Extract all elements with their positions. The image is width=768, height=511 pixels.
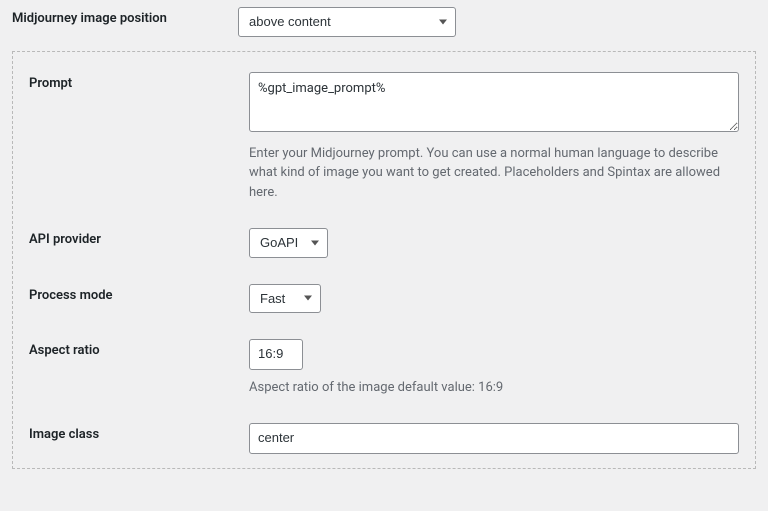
image-position-select[interactable]: above content [238,7,456,37]
image-class-control [249,423,739,454]
image-position-control: above content [238,7,756,37]
api-provider-select[interactable]: GoAPI [249,228,328,258]
prompt-control: %gpt_image_prompt% Enter your Midjourney… [249,72,739,203]
process-mode-select[interactable]: Fast [249,284,321,314]
api-provider-label: API provider [29,228,249,247]
aspect-ratio-label: Aspect ratio [29,339,249,358]
midjourney-settings-panel: Prompt %gpt_image_prompt% Enter your Mid… [12,51,756,470]
prompt-row: Prompt %gpt_image_prompt% Enter your Mid… [29,72,739,203]
aspect-ratio-input[interactable] [249,339,303,370]
image-position-select-wrapper: above content [238,7,456,37]
prompt-description: Enter your Midjourney prompt. You can us… [249,144,739,203]
api-provider-select-wrapper: GoAPI [249,228,328,258]
image-position-row: Midjourney image position above content [12,7,756,37]
api-provider-row: API provider GoAPI [29,228,739,258]
process-mode-row: Process mode Fast [29,284,739,314]
image-class-input[interactable] [249,423,739,454]
prompt-label: Prompt [29,72,249,91]
process-mode-label: Process mode [29,284,249,303]
prompt-textarea[interactable]: %gpt_image_prompt% [249,72,739,132]
image-position-label: Midjourney image position [12,7,238,26]
aspect-ratio-row: Aspect ratio Aspect ratio of the image d… [29,339,739,397]
api-provider-control: GoAPI [249,228,739,258]
image-class-label: Image class [29,423,249,442]
aspect-ratio-description: Aspect ratio of the image default value:… [249,378,739,398]
process-mode-control: Fast [249,284,739,314]
image-class-row: Image class [29,423,739,454]
aspect-ratio-control: Aspect ratio of the image default value:… [249,339,739,397]
process-mode-select-wrapper: Fast [249,284,321,314]
